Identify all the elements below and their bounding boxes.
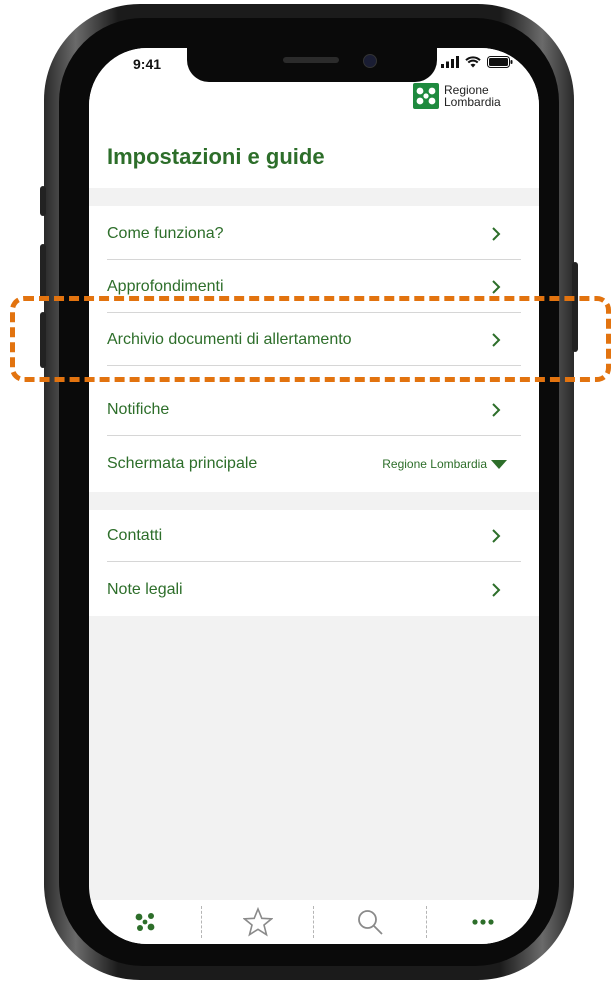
logo-line-2: Lombardia xyxy=(444,95,501,109)
status-time: 9:41 xyxy=(133,56,162,72)
tab-bar xyxy=(89,900,539,944)
menu-item-come-funziona[interactable]: Come funziona? xyxy=(107,208,521,260)
wifi-icon xyxy=(465,56,481,68)
tab-favorites[interactable] xyxy=(202,900,314,944)
pinwheel-icon xyxy=(135,913,155,931)
status-icons xyxy=(441,56,513,68)
chevron-right-icon xyxy=(492,403,501,417)
tab-more[interactable] xyxy=(427,900,540,944)
front-camera xyxy=(363,54,377,68)
highlight-annotation xyxy=(10,296,611,382)
more-icon xyxy=(472,919,494,925)
notch xyxy=(187,48,437,82)
menu-item-label: Approfondimenti xyxy=(107,278,224,295)
volume-up-button xyxy=(40,244,46,300)
battery-icon xyxy=(487,56,513,68)
star-icon xyxy=(242,907,273,937)
menu-item-contatti[interactable]: Contatti xyxy=(107,510,521,562)
signal-icon xyxy=(441,56,459,68)
menu-item-label: Come funziona? xyxy=(107,225,224,242)
caret-down-icon xyxy=(491,460,507,469)
mute-switch xyxy=(40,186,46,216)
settings-group-info: Contatti Note legali xyxy=(89,510,539,616)
tab-search[interactable] xyxy=(314,900,427,944)
menu-item-label: Notifiche xyxy=(107,401,170,418)
search-icon xyxy=(358,910,383,935)
regione-lombardia-logo: Regione Lombardia xyxy=(413,83,501,109)
chevron-right-icon xyxy=(492,280,501,294)
chevron-right-icon xyxy=(492,227,501,241)
speaker-grille xyxy=(283,57,339,63)
rosa-camuna-icon xyxy=(413,83,439,109)
divider xyxy=(107,259,521,260)
menu-item-label: Note legali xyxy=(107,581,183,598)
chevron-right-icon xyxy=(492,529,501,543)
chevron-right-icon xyxy=(492,583,501,597)
menu-item-notifiche[interactable]: Notifiche xyxy=(107,384,521,436)
divider xyxy=(107,435,521,436)
menu-item-note-legali[interactable]: Note legali xyxy=(107,564,521,616)
home-screen-select-value[interactable]: Regione Lombardia xyxy=(382,457,487,471)
page-title: Impostazioni e guide xyxy=(107,144,325,169)
menu-item-label: Schermata principale xyxy=(107,455,258,472)
menu-item-schermata-principale[interactable]: Schermata principale Regione Lombardia xyxy=(107,438,521,490)
menu-item-label: Contatti xyxy=(107,527,163,544)
tab-home[interactable] xyxy=(89,900,202,944)
divider xyxy=(107,561,521,562)
screen: 9:41 Regione Lombardia Impostazioni e gu… xyxy=(89,48,539,944)
